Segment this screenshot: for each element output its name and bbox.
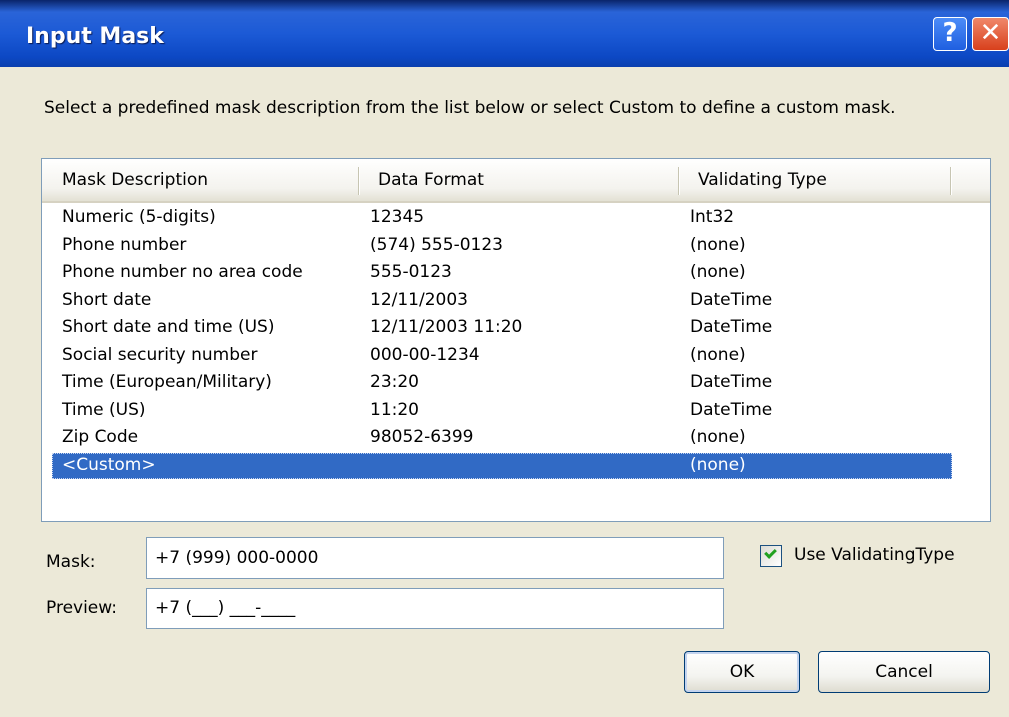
mask-list[interactable]: Mask Description Data Format Validating …: [41, 158, 991, 522]
list-item[interactable]: Time (US) 11:20 DateTime: [42, 397, 990, 425]
cancel-button[interactable]: Cancel: [818, 651, 990, 693]
ok-button[interactable]: OK: [684, 651, 800, 693]
validating-type: DateTime: [690, 289, 773, 310]
checkbox-box[interactable]: [760, 545, 782, 567]
list-item[interactable]: Phone number no area code 555-0123 (none…: [42, 259, 990, 287]
mask-description: Zip Code: [62, 427, 139, 447]
data-format: (574) 555-0123: [370, 234, 503, 255]
preview-label: Preview:: [46, 598, 117, 618]
mask-input[interactable]: +7 (999) 000-0000: [146, 537, 724, 579]
validating-type: (none): [690, 262, 746, 282]
use-validating-type-label[interactable]: Use ValidatingType: [794, 545, 955, 565]
close-button[interactable]: ✕: [972, 17, 1009, 51]
list-item[interactable]: Social security number 000-00-1234 (none…: [42, 342, 990, 370]
instructions-text: Select a predefined mask description fro…: [44, 98, 896, 118]
column-header-mask-description[interactable]: Mask Description: [42, 159, 358, 201]
list-item-selected[interactable]: <Custom> (none): [42, 452, 990, 480]
column-header-data-format[interactable]: Data Format: [358, 159, 678, 201]
list-item[interactable]: Short date 12/11/2003 DateTime: [42, 287, 990, 315]
validating-type: (none): [690, 427, 746, 447]
column-header-validating-type[interactable]: Validating Type: [678, 159, 952, 201]
validating-type: DateTime: [690, 317, 773, 337]
mask-description: Social security number: [62, 344, 258, 365]
validating-type: Int32: [690, 207, 735, 227]
checkmark-icon: [764, 546, 777, 559]
mask-description: Short date and time (US): [62, 317, 275, 337]
list-item[interactable]: Numeric (5-digits) 12345 Int32: [42, 204, 990, 232]
help-button[interactable]: ?: [933, 17, 967, 51]
mask-description: Time (US): [62, 399, 146, 420]
title-bar[interactable]: Input Mask ? ✕: [0, 0, 1009, 67]
list-header: Mask Description Data Format Validating …: [42, 159, 990, 203]
window-title: Input Mask: [26, 24, 164, 49]
list-item[interactable]: Short date and time (US) 12/11/2003 11:2…: [42, 314, 990, 342]
mask-description: Phone number no area code: [62, 262, 303, 282]
list-item[interactable]: Zip Code 98052-6399 (none): [42, 424, 990, 452]
input-mask-dialog: Input Mask ? ✕ Select a predefined mask …: [0, 0, 1009, 717]
mask-label: Mask:: [46, 552, 96, 572]
data-format: 98052-6399: [370, 427, 474, 447]
help-icon: ?: [942, 18, 958, 48]
mask-description: Numeric (5-digits): [62, 207, 216, 227]
list-rows: Numeric (5-digits) 12345 Int32 Phone num…: [42, 204, 990, 479]
validating-type: DateTime: [690, 372, 773, 392]
data-format: 23:20: [370, 372, 419, 392]
list-item[interactable]: Time (European/Military) 23:20 DateTime: [42, 369, 990, 397]
validating-type: (none): [690, 454, 746, 475]
validating-type: DateTime: [690, 399, 773, 420]
data-format: 000-00-1234: [370, 344, 480, 365]
data-format: 555-0123: [370, 262, 452, 282]
close-icon: ✕: [979, 18, 1002, 48]
mask-description: Phone number: [62, 234, 187, 255]
data-format: 12/11/2003: [370, 289, 468, 310]
mask-description: Time (European/Military): [62, 372, 272, 392]
data-format: 11:20: [370, 399, 419, 420]
mask-description: <Custom>: [62, 454, 156, 475]
list-item[interactable]: Phone number (574) 555-0123 (none): [42, 232, 990, 260]
validating-type: (none): [690, 234, 746, 255]
column-separator[interactable]: [950, 167, 952, 195]
preview-field[interactable]: +7 (___) ___-____: [146, 588, 724, 629]
data-format: 12345: [370, 207, 425, 227]
mask-description: Short date: [62, 289, 152, 310]
validating-type: (none): [690, 344, 746, 365]
data-format: 12/11/2003 11:20: [370, 317, 523, 337]
